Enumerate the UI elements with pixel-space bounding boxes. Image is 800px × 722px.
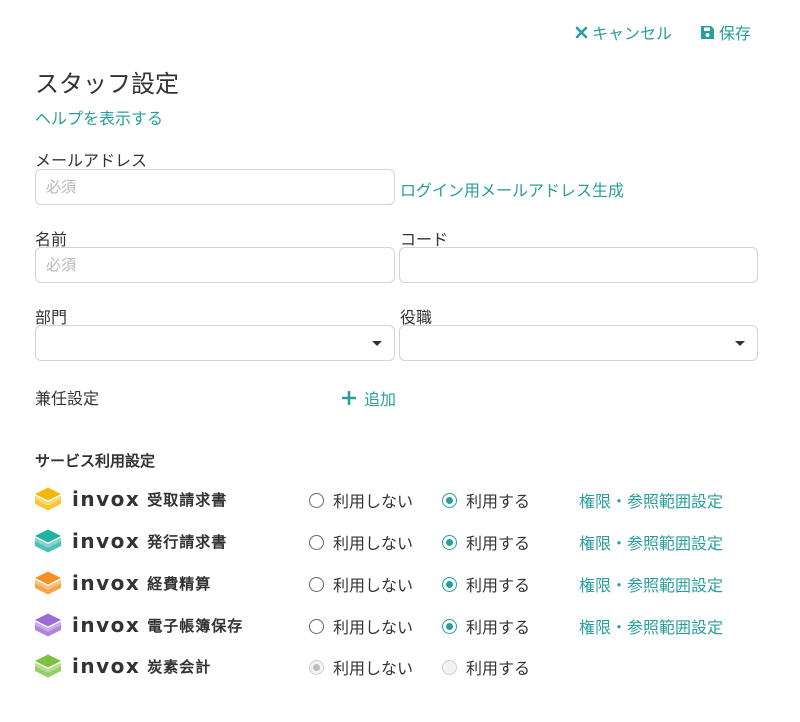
- chevron-down-icon: [372, 341, 382, 346]
- radio-not-use[interactable]: 利用しない: [309, 530, 413, 554]
- radio-not-use[interactable]: 利用しない: [309, 572, 413, 596]
- radio-label: 利用しない: [333, 534, 414, 553]
- radio-circle-icon: [309, 618, 324, 634]
- code-field[interactable]: [399, 247, 758, 283]
- service-name: 炭素会計: [147, 657, 212, 676]
- help-link[interactable]: ヘルプを表示する: [35, 105, 163, 129]
- cancel-button[interactable]: キャンセル: [575, 20, 672, 44]
- page-title: スタッフ設定: [35, 70, 179, 98]
- brand-label: invox: [72, 571, 141, 595]
- radio-use[interactable]: 利用する: [442, 488, 530, 512]
- service-row: invox 発行請求書: [34, 526, 227, 556]
- service-row: invox 炭素会計: [34, 651, 211, 681]
- permission-settings-link[interactable]: 権限・参照範囲設定: [579, 572, 723, 596]
- permission-settings-link[interactable]: 権限・参照範囲設定: [579, 614, 723, 638]
- brand-label: invox: [72, 529, 141, 553]
- name-placeholder: 必須: [46, 256, 77, 274]
- radio-not-use[interactable]: 利用しない: [309, 614, 413, 638]
- brand-label: invox: [72, 487, 141, 511]
- permission-settings-link[interactable]: 権限・参照範囲設定: [579, 488, 723, 512]
- chevron-down-icon: [735, 341, 745, 346]
- service-name: 電子帳簿保存: [147, 616, 244, 635]
- radio-label: 利用しない: [333, 576, 414, 595]
- radio-label: 利用する: [466, 576, 531, 595]
- save-label: 保存: [719, 24, 752, 43]
- position-select[interactable]: [399, 325, 758, 361]
- radio-circle-icon: [309, 659, 324, 675]
- radio-label: 利用する: [466, 492, 531, 511]
- service-name: 経費精算: [147, 574, 212, 593]
- service-row: invox 経費精算: [34, 568, 211, 598]
- radio-circle-icon: [442, 492, 457, 508]
- radio-use: 利用する: [442, 655, 530, 679]
- radio-circle-icon: [442, 618, 457, 634]
- radio-not-use: 利用しない: [309, 655, 413, 679]
- email-field[interactable]: 必須: [35, 169, 395, 205]
- services-section-title: サービス利用設定: [35, 452, 156, 470]
- concurrent-label: 兼任設定: [35, 389, 100, 408]
- department-select[interactable]: [35, 325, 395, 361]
- invox-logo-icon: [35, 613, 61, 637]
- radio-label: 利用する: [466, 534, 531, 553]
- radio-not-use[interactable]: 利用しない: [309, 488, 413, 512]
- radio-label: 利用する: [466, 618, 531, 637]
- save-button[interactable]: 保存: [700, 20, 751, 44]
- email-placeholder: 必須: [46, 178, 77, 196]
- add-label: 追加: [364, 390, 397, 409]
- radio-use[interactable]: 利用する: [442, 530, 530, 554]
- service-row: invox 受取請求書: [34, 484, 227, 514]
- name-field[interactable]: 必須: [35, 247, 395, 283]
- radio-label: 利用しない: [333, 659, 414, 678]
- permission-settings-link[interactable]: 権限・参照範囲設定: [579, 530, 723, 554]
- invox-logo-icon: [35, 571, 61, 595]
- invox-logo-icon: [35, 487, 61, 511]
- radio-label: 利用する: [466, 659, 531, 678]
- generate-email-link[interactable]: ログイン用メールアドレス生成: [400, 177, 624, 201]
- brand-label: invox: [72, 613, 141, 637]
- email-label: メールアドレス: [35, 151, 148, 170]
- radio-circle-icon: [309, 492, 324, 508]
- radio-use[interactable]: 利用する: [442, 572, 530, 596]
- save-icon: [701, 25, 714, 39]
- radio-use[interactable]: 利用する: [442, 614, 530, 638]
- radio-circle-icon: [309, 534, 324, 550]
- add-concurrent-button[interactable]: 追加: [342, 386, 396, 410]
- service-name: 受取請求書: [147, 490, 228, 509]
- close-icon: [575, 26, 588, 38]
- brand-label: invox: [72, 654, 141, 678]
- invox-logo-icon: [35, 654, 61, 678]
- service-row: invox 電子帳簿保存: [34, 610, 243, 640]
- service-name: 発行請求書: [147, 532, 228, 551]
- radio-circle-icon: [442, 659, 457, 675]
- invox-logo-icon: [35, 529, 61, 553]
- radio-circle-icon: [442, 576, 457, 592]
- radio-label: 利用しない: [333, 618, 414, 637]
- radio-circle-icon: [309, 576, 324, 592]
- cancel-label: キャンセル: [592, 24, 673, 43]
- radio-circle-icon: [442, 534, 457, 550]
- radio-label: 利用しない: [333, 492, 414, 511]
- plus-icon: [342, 391, 356, 405]
